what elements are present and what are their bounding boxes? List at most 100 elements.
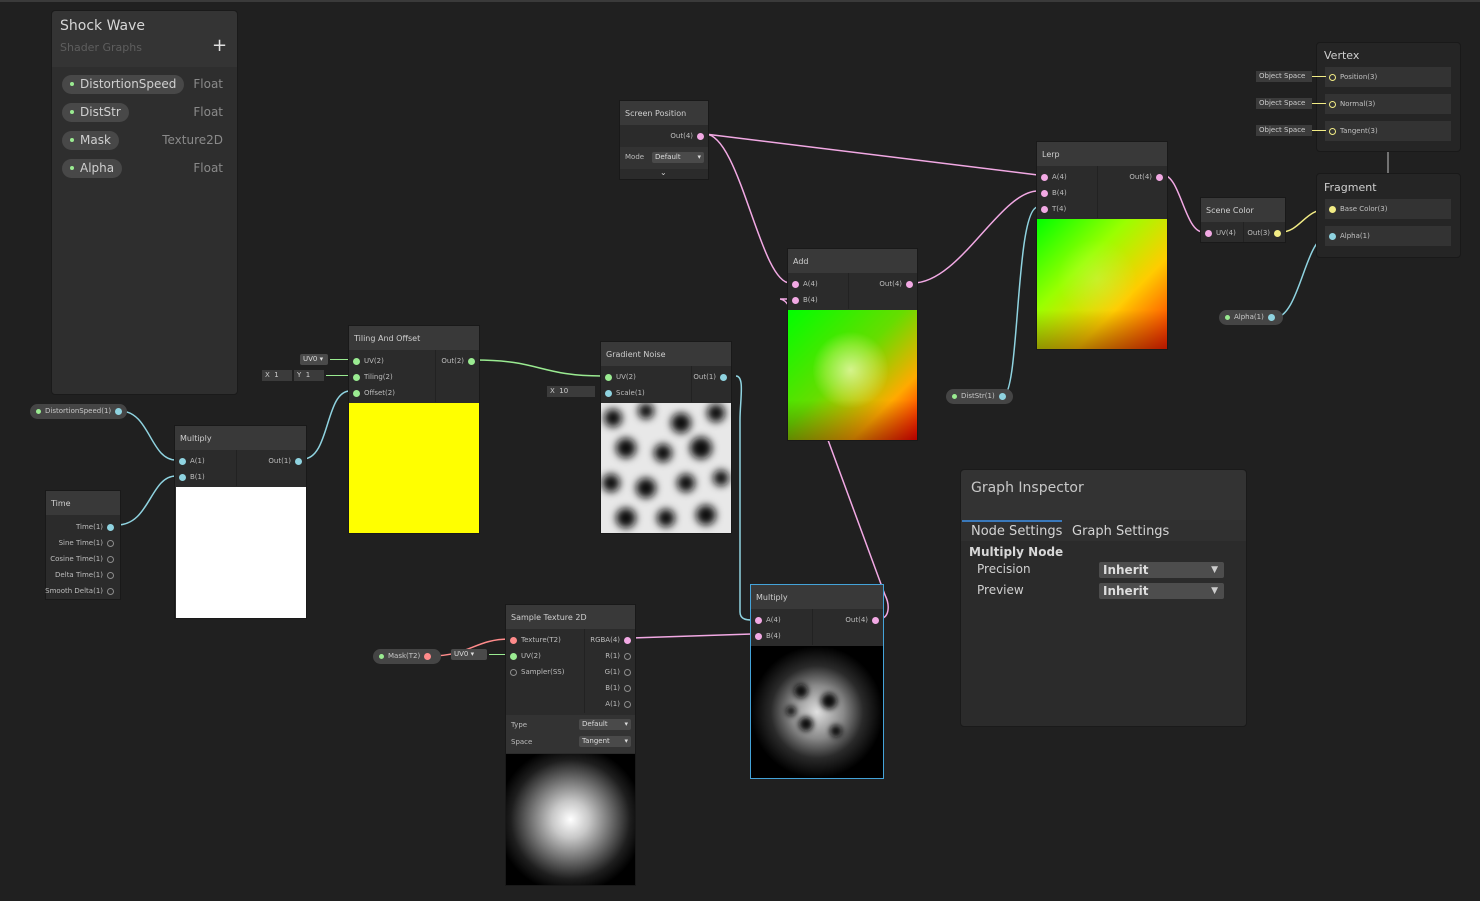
port-dot[interactable] — [792, 296, 799, 304]
output-out[interactable]: Out(4) — [670, 130, 708, 142]
tiling-x-field[interactable]: X 1 — [262, 370, 292, 381]
output-r[interactable]: R(1) — [605, 650, 635, 662]
fragment-base-color-row[interactable]: Base Color(3) — [1325, 199, 1451, 219]
vertex-tangent-row[interactable]: Tangent(3) — [1325, 121, 1451, 141]
port-dot[interactable] — [107, 571, 114, 579]
port-dot[interactable] — [1274, 229, 1281, 237]
output-out[interactable]: Out(1) — [268, 455, 306, 467]
port-dot[interactable] — [107, 555, 114, 563]
port-dot[interactable] — [1329, 100, 1336, 108]
port-dot[interactable] — [755, 632, 762, 640]
port-dot[interactable] — [1329, 127, 1336, 135]
node-multiply-selected[interactable]: Multiply A(4) B(4) Out(4) — [750, 584, 884, 779]
output-port[interactable] — [998, 392, 1006, 400]
property-distortionspeed[interactable]: DistortionSpeed — [62, 75, 185, 94]
port-dot[interactable] — [605, 389, 612, 397]
port-dot[interactable] — [605, 373, 612, 381]
add-property-button[interactable]: + — [212, 35, 227, 56]
output-out[interactable]: Out(4) — [1129, 171, 1167, 183]
input-offset[interactable]: Offset(2) — [349, 387, 395, 399]
node-add[interactable]: Add A(4) B(4) Out(4) — [787, 248, 918, 441]
property-diststr[interactable]: DistStr — [62, 103, 129, 122]
port-dot[interactable] — [179, 473, 186, 481]
output-port[interactable] — [115, 407, 123, 415]
node-lerp[interactable]: Lerp A(4) B(4) T(4) Out(4) — [1036, 141, 1168, 350]
mode-dropdown[interactable]: Default ▾ — [652, 152, 704, 163]
output-rgba[interactable]: RGBA(4) — [590, 634, 635, 646]
vertex-position-row[interactable]: Position(3) — [1325, 67, 1451, 87]
input-uv[interactable]: UV(2) — [506, 650, 541, 662]
port-dot[interactable] — [107, 523, 114, 531]
property-node-distortionspeed[interactable]: DistortionSpeed(1) — [30, 404, 127, 419]
output-a[interactable]: A(1) — [605, 698, 635, 710]
input-b[interactable]: B(1) — [175, 471, 205, 483]
output-port[interactable] — [424, 652, 432, 660]
node-time[interactable]: Time Time(1) Sine Time(1) Cosine Time(1)… — [45, 490, 121, 600]
precision-dropdown[interactable]: Inherit ▼ — [1099, 562, 1224, 578]
port-dot[interactable] — [510, 636, 517, 644]
port-dot[interactable] — [624, 700, 631, 708]
output-out[interactable]: Out(2) — [441, 355, 479, 367]
tab-node-settings[interactable]: Node Settings — [971, 524, 1062, 539]
port-dot[interactable] — [1329, 232, 1336, 240]
space-dropdown[interactable]: Tangent ▾ — [579, 736, 631, 747]
fragment-alpha-row[interactable]: Alpha(1) — [1325, 226, 1451, 246]
port-dot[interactable] — [353, 357, 360, 365]
input-uv[interactable]: UV(2) — [349, 355, 384, 367]
preview-dropdown[interactable]: Inherit ▼ — [1099, 583, 1224, 599]
output-delta-time[interactable]: Delta Time(1) — [55, 569, 118, 581]
object-space-tangent[interactable]: Object Space — [1256, 125, 1312, 136]
node-scene-color[interactable]: Scene Color UV(4) Out(3) — [1200, 197, 1286, 243]
port-dot[interactable] — [107, 539, 114, 547]
property-mask[interactable]: Mask — [62, 131, 119, 150]
input-a[interactable]: A(1) — [175, 455, 205, 467]
tab-graph-settings[interactable]: Graph Settings — [1072, 524, 1169, 539]
port-dot[interactable] — [353, 389, 360, 397]
vertex-normal-row[interactable]: Normal(3) — [1325, 94, 1451, 114]
port-dot[interactable] — [624, 684, 631, 692]
output-g[interactable]: G(1) — [605, 666, 635, 678]
port-dot[interactable] — [872, 616, 879, 624]
port-dot[interactable] — [906, 280, 913, 288]
uv-channel-dropdown[interactable]: UV0 ▾ — [451, 649, 487, 660]
property-node-alpha[interactable]: Alpha(1) — [1219, 310, 1283, 325]
port-dot[interactable] — [510, 652, 517, 660]
port-dot[interactable] — [1041, 189, 1048, 197]
port-dot[interactable] — [1329, 73, 1336, 81]
port-dot[interactable] — [510, 668, 517, 676]
noise-scale-field[interactable]: X 10 — [547, 386, 595, 397]
port-dot[interactable] — [1041, 205, 1048, 213]
port-dot[interactable] — [1329, 205, 1336, 213]
input-b[interactable]: B(4) — [1037, 187, 1067, 199]
port-dot[interactable] — [697, 132, 704, 140]
input-tiling[interactable]: Tiling(2) — [349, 371, 393, 383]
object-space-position[interactable]: Object Space — [1256, 71, 1312, 82]
output-smooth-delta[interactable]: Smooth Delta(1) — [45, 585, 118, 597]
port-dot[interactable] — [624, 652, 631, 660]
input-a[interactable]: A(4) — [751, 614, 781, 626]
input-b[interactable]: B(4) — [788, 294, 818, 306]
input-texture[interactable]: Texture(T2) — [506, 634, 561, 646]
type-dropdown[interactable]: Default ▾ — [579, 719, 631, 730]
output-out[interactable]: Out(3) — [1247, 227, 1285, 239]
input-sampler[interactable]: Sampler(SS) — [506, 666, 564, 678]
object-space-normal[interactable]: Object Space — [1256, 98, 1312, 109]
output-port[interactable] — [1267, 313, 1275, 321]
tiling-y-field[interactable]: Y 1 — [294, 370, 324, 381]
input-uv[interactable]: UV(2) — [601, 371, 636, 383]
fragment-block[interactable]: Fragment Base Color(3) Alpha(1) — [1316, 173, 1461, 258]
input-uv[interactable]: UV(4) — [1201, 227, 1236, 239]
vertex-block[interactable]: Vertex Position(3) Normal(3) Tangent(3) — [1316, 42, 1461, 152]
input-b[interactable]: B(4) — [751, 630, 781, 642]
port-dot[interactable] — [720, 373, 727, 381]
port-dot[interactable] — [1156, 173, 1163, 181]
node-sample-texture-2d[interactable]: Sample Texture 2D Texture(T2) UV(2) Samp… — [505, 604, 636, 886]
chevron-down-icon[interactable]: ⌄ — [660, 168, 667, 177]
port-dot[interactable] — [179, 457, 186, 465]
property-node-diststr[interactable]: DistStr(1) — [946, 389, 1013, 404]
output-out[interactable]: Out(4) — [845, 614, 883, 626]
node-gradient-noise[interactable]: Gradient Noise UV(2) Scale(1) Out(1) — [600, 341, 732, 534]
property-node-mask[interactable]: Mask(T2) — [373, 649, 441, 664]
port-dot[interactable] — [295, 457, 302, 465]
input-t[interactable]: T(4) — [1037, 203, 1066, 215]
